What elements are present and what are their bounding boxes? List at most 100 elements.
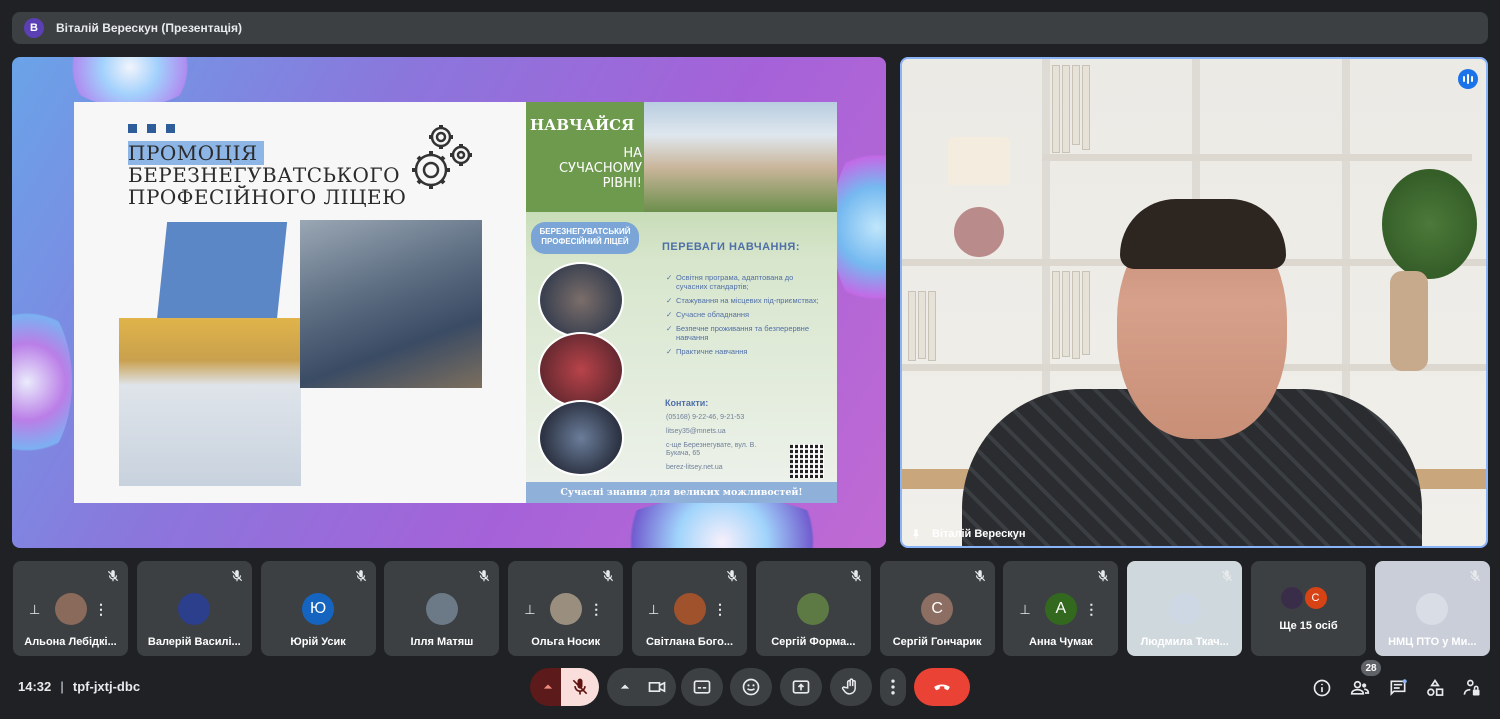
mic-toggle-button[interactable] [561,668,599,706]
contact-website: berez-litsey.net.ua [666,464,723,471]
participant-avatar [673,593,706,625]
participant-tile[interactable]: ⊥ ⋮ Світлана Богo... [632,561,747,656]
participant-count-badge: 28 [1361,660,1381,676]
participant-avatar: Ю [302,593,335,625]
captions-icon [693,680,711,694]
shelf-board [1042,154,1472,161]
participant-tile[interactable]: Сергій Форма... [755,561,871,656]
present-button[interactable] [780,668,822,706]
video-camera-icon [648,681,666,693]
plant [1382,169,1477,279]
more-vert-icon[interactable]: ⋮ [94,601,108,618]
emoji-icon [742,678,760,696]
slide-circle-photo [538,262,624,338]
mic-off-icon [973,569,987,583]
participant-avatar: С [921,593,954,625]
speaker-hair [1120,199,1286,269]
advantages-list: Освітня програма, адаптована до сучасних… [666,273,826,361]
more-vert-icon[interactable]: ⋮ [713,601,727,618]
participant-name: Валерій Василі... [147,636,241,648]
contact-address: с-ще Березнегувате, вул. В. Букача, 65 [666,442,757,457]
captions-button[interactable] [681,668,723,706]
more-vert-icon[interactable]: ⋮ [589,601,603,618]
participant-avatar [425,593,458,625]
contact-email: litsey35@mnets.ua [666,428,726,435]
participant-name: Ще 15 осіб [1279,620,1338,632]
pin-icon[interactable]: ⊥ [29,602,40,618]
camera-toggle-button[interactable] [638,668,676,706]
participant-name: Сергій Форма... [771,636,856,648]
presentation-header: B Віталій Верескун (Презентація) [12,12,1488,44]
people-button[interactable] [1348,676,1372,700]
more-options-button[interactable] [880,668,906,706]
participant-tile[interactable]: С Сергій Гончарик [879,561,995,656]
participant-avatar [54,593,87,625]
mic-off-icon [1468,569,1482,583]
pin-icon[interactable]: ⊥ [524,602,535,618]
participant-tile[interactable]: НМЦ ПТО у Ми... [1374,561,1490,656]
info-icon [1313,679,1331,697]
advantage-item: Сучасне обладнання [666,310,826,319]
participant-tile[interactable]: Людмила Ткач... [1127,561,1243,656]
vase [1390,271,1428,371]
slide-building-photo [644,102,837,212]
reactions-button[interactable] [730,668,772,706]
pin-icon[interactable]: ⊥ [1019,602,1030,618]
decor-blob [602,497,842,548]
slide-title: ПРОМОЦІЯ БЕРЕЗНЕГУВАТСЬКОГО ПРОФЕСІЙНОГО… [128,141,406,208]
decor-blob [12,297,72,467]
participant-tile[interactable]: А ⊥ ⋮ Анна Чумак [1003,561,1119,656]
speaker-video[interactable]: Віталій Верескун [900,57,1488,548]
chevron-up-icon [543,684,553,689]
advantage-item: Практичне навчання [666,347,826,356]
mic-off-icon [849,569,863,583]
participant-tile[interactable]: Ю Юрій Усик [260,561,376,656]
activities-button[interactable] [1423,676,1447,700]
advantage-item: Освітня програма, адаптована до сучасних… [666,273,826,291]
books [1052,271,1090,359]
gears-icon [412,125,472,189]
mic-off-icon [1220,569,1234,583]
lock-person-icon [1463,679,1480,696]
books [908,291,936,361]
shared-screen[interactable]: ПРОМОЦІЯ БЕРЕЗНЕГУВАТСЬКОГО ПРОФЕСІЙНОГО… [12,57,886,548]
chat-button[interactable] [1386,676,1410,700]
participant-tile[interactable]: Валерій Василі... [136,561,252,656]
slide-right-panel: НАВЧАЙСЯ НА СУЧАСНОМУ РІВНІ! БЕРЕЗНЕГУВА… [526,102,837,503]
participant-name: Юрій Усик [290,636,346,648]
contact-phone: (05168) 9-22-46, 9-21-53 [666,414,745,421]
more-vert-icon [891,679,895,695]
meeting-code: tpf-jxtj-dbc [72,679,141,694]
more-vert-icon[interactable]: ⋮ [1084,601,1098,618]
mic-off-icon [725,569,739,583]
speaker-name-tag: Віталій Верескун [910,528,1026,540]
mic-off-icon [230,569,244,583]
participant-avatar [1416,593,1449,625]
mic-off-icon [601,569,615,583]
participant-name: Сергій Гончарик [892,636,982,648]
participant-tile[interactable]: ⊥ ⋮ Ольга Носик [508,561,624,656]
slide-na-suchasnomu: НА СУЧАСНОМУ РІВНІ! [558,146,642,191]
participant-tile[interactable]: С Ще 15 осіб [1251,561,1366,656]
chevron-up-icon [620,684,630,689]
slide-photo-stand [119,318,301,486]
participant-name: Ілля Матяш [410,636,474,648]
slide-left-panel: ПРОМОЦІЯ БЕРЕЗНЕГУВАТСЬКОГО ПРОФЕСІЙНОГО… [74,102,526,503]
pin-icon[interactable]: ⊥ [648,602,659,618]
mic-off-icon [477,569,491,583]
end-call-button[interactable] [914,668,970,706]
host-controls-button[interactable] [1460,676,1484,700]
slide: ПРОМОЦІЯ БЕРЕЗНЕГУВАТСЬКОГО ПРОФЕСІЙНОГО… [74,102,837,503]
slide-circle-photo [538,332,624,408]
mic-off-icon [572,678,588,695]
participant-avatar [178,593,211,625]
hand-icon [841,678,856,695]
participant-tile[interactable]: ⊥ ⋮ Альона Лебідкі... [13,561,128,656]
participant-avatar [797,593,830,625]
meeting-details-button[interactable] [1310,676,1334,700]
raise-hand-button[interactable] [830,668,872,706]
contacts-title: Контакти: [665,398,709,408]
lamp-shade [948,137,1010,185]
participant-tile[interactable]: Ілля Матяш [384,561,500,656]
slide-dots [128,124,175,133]
